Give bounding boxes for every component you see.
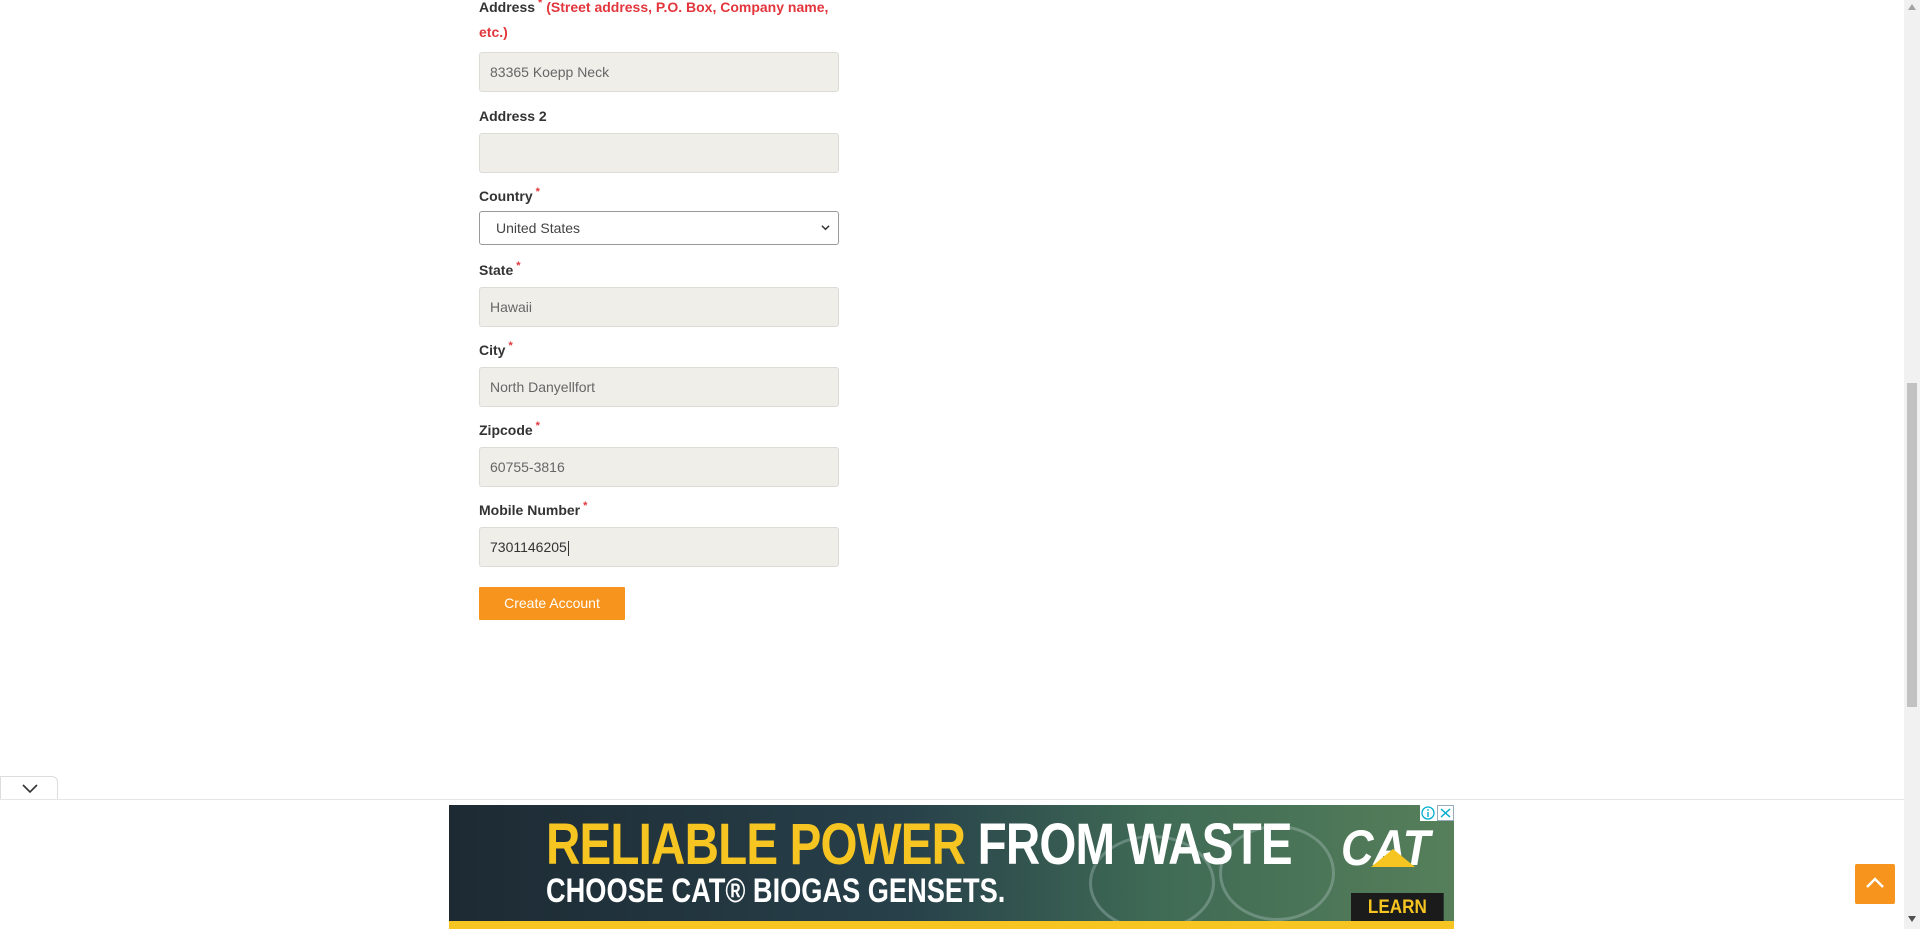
- required-mark: *: [535, 186, 540, 198]
- ad-subheadline: CHOOSE CAT® BIOGAS GENSETS.: [546, 872, 1006, 910]
- zipcode-input[interactable]: 60755-3816: [479, 447, 839, 487]
- required-mark: *: [535, 420, 540, 432]
- ad-learn-more-button[interactable]: LEARN MORE: [1351, 893, 1444, 929]
- text-cursor: [567, 540, 569, 556]
- mobile-group: Mobile Number * 7301146205: [479, 500, 839, 567]
- city-input[interactable]: North Danyellfort: [479, 367, 839, 407]
- country-select[interactable]: United States: [479, 211, 839, 245]
- state-label: State: [479, 262, 514, 278]
- address-input[interactable]: 83365 Koepp Neck: [479, 52, 839, 92]
- ad-logo-triangle: [1371, 849, 1415, 867]
- scrollbar-thumb[interactable]: [1907, 383, 1917, 707]
- country-selected-value: United States: [496, 220, 581, 236]
- state-group: State * Hawaii: [479, 260, 839, 327]
- advertisement-banner[interactable]: RELIABLE POWER FROM WASTE CHOOSE CAT® BI…: [449, 805, 1454, 929]
- vertical-scrollbar[interactable]: [1904, 0, 1920, 929]
- address2-group: Address 2: [479, 107, 839, 173]
- required-mark: *: [538, 0, 543, 9]
- ad-divider: [0, 799, 1904, 800]
- address-label: Address: [479, 0, 536, 15]
- mobile-value: 7301146205: [490, 539, 567, 555]
- zipcode-label: Zipcode: [479, 422, 533, 438]
- scroll-down-arrow-icon[interactable]: [1908, 916, 1916, 922]
- zipcode-group: Zipcode * 60755-3816: [479, 420, 839, 487]
- ad-headline-yellow: RELIABLE POWER: [546, 812, 966, 877]
- chevron-up-icon: [1866, 877, 1884, 888]
- ad-brand-logo: CAT: [1341, 820, 1431, 876]
- mobile-input[interactable]: 7301146205: [479, 527, 839, 567]
- required-mark: *: [583, 500, 588, 512]
- address-group: Address * (Street address, P.O. Box, Comp…: [479, 0, 839, 92]
- chevron-down-icon: [22, 784, 38, 794]
- ad-close-icon[interactable]: [1437, 805, 1454, 821]
- required-mark: *: [508, 340, 513, 352]
- address2-label: Address 2: [479, 108, 547, 124]
- scroll-up-arrow-icon[interactable]: [1908, 4, 1916, 10]
- ad-info-icon[interactable]: [1420, 805, 1437, 821]
- ad-headline-white: FROM WASTE: [977, 812, 1293, 877]
- country-label: Country: [479, 188, 533, 204]
- chevron-down-icon: [821, 225, 830, 231]
- back-to-top-button[interactable]: [1855, 864, 1895, 904]
- country-group: Country * United States: [479, 186, 839, 245]
- collapse-ad-button[interactable]: [0, 776, 58, 799]
- required-mark: *: [516, 260, 521, 272]
- city-group: City * North Danyellfort: [479, 340, 839, 407]
- mobile-label: Mobile Number: [479, 502, 581, 518]
- address2-input[interactable]: [479, 133, 839, 173]
- ad-bottom-stripe: [449, 921, 1454, 929]
- state-input[interactable]: Hawaii: [479, 287, 839, 327]
- create-account-button[interactable]: Create Account: [479, 587, 625, 620]
- page: Address * (Street address, P.O. Box, Comp…: [0, 0, 1904, 929]
- city-label: City: [479, 342, 506, 358]
